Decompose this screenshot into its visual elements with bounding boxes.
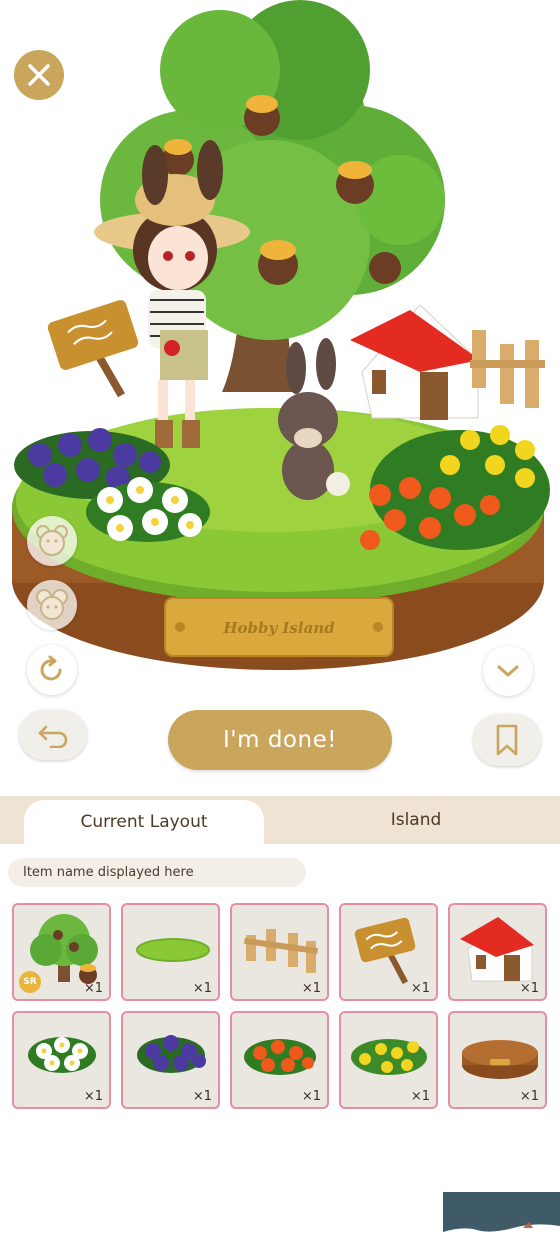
item-quantity: ×1 (410, 1089, 430, 1104)
bear-icon (36, 525, 68, 556)
inventory-slot-white-flowers[interactable]: ×1 (12, 1011, 111, 1109)
item-quantity: ×1 (519, 981, 539, 996)
bear-view-button[interactable] (27, 516, 77, 566)
item-quantity: ×1 (192, 1089, 212, 1104)
undo-button[interactable] (19, 710, 87, 760)
close-icon (28, 64, 50, 86)
island-scene[interactable]: Hobby Island (0, 0, 560, 700)
item-quantity: ×1 (519, 1089, 539, 1104)
item-quantity: ×1 (301, 1089, 321, 1104)
inventory-slot-wooden-fence[interactable]: ×1 (230, 903, 329, 1001)
mountain-landscape-image (443, 1192, 560, 1244)
item-name-field: Item name displayed here (8, 858, 306, 887)
inventory-slot-tree[interactable]: SR ×1 (12, 903, 111, 1001)
rarity-badge: SR (19, 971, 41, 993)
island-illustration (12, 0, 550, 670)
done-button[interactable]: I'm done! (168, 710, 392, 770)
inventory-slot-island-base[interactable]: ×1 (448, 1011, 547, 1109)
mouse-view-button[interactable] (27, 580, 77, 630)
bookmark-button[interactable] (473, 714, 541, 766)
bookmark-icon (496, 724, 518, 756)
item-quantity: ×1 (83, 981, 103, 996)
inventory-panel: Item name displayed here SR ×1 ×1 ×1 ×1 … (0, 844, 560, 1244)
island-name-plate: Hobby Island (223, 619, 335, 637)
tab-current-layout[interactable]: Current Layout (24, 800, 264, 844)
island-editor-screen: Hobby Island I'm done! Current Layout Is… (0, 0, 560, 1244)
corner-thumbnail (443, 1192, 560, 1244)
item-quantity: ×1 (410, 981, 430, 996)
inventory-slot-orange-flowers[interactable]: ×1 (230, 1011, 329, 1109)
close-button[interactable] (14, 50, 64, 100)
inventory-slot-purple-flowers[interactable]: ×1 (121, 1011, 220, 1109)
inventory-slot-red-roof-house[interactable]: ×1 (448, 903, 547, 1001)
tab-bar: Current Layout Island (0, 796, 560, 844)
item-quantity: ×1 (192, 981, 212, 996)
tab-island[interactable]: Island (300, 796, 532, 844)
rotate-icon (40, 655, 62, 681)
mouse-icon (36, 589, 68, 620)
item-quantity: ×1 (301, 981, 321, 996)
inventory-slot-grass-patch[interactable]: ×1 (121, 903, 220, 1001)
inventory-slot-signpost[interactable]: ×1 (339, 903, 438, 1001)
collapse-button[interactable] (483, 646, 533, 696)
item-quantity: ×1 (83, 1089, 103, 1104)
rotate-button[interactable] (27, 645, 77, 695)
undo-icon (38, 725, 68, 748)
chevron-down-icon (497, 665, 519, 677)
inventory-slot-yellow-flowers[interactable]: ×1 (339, 1011, 438, 1109)
